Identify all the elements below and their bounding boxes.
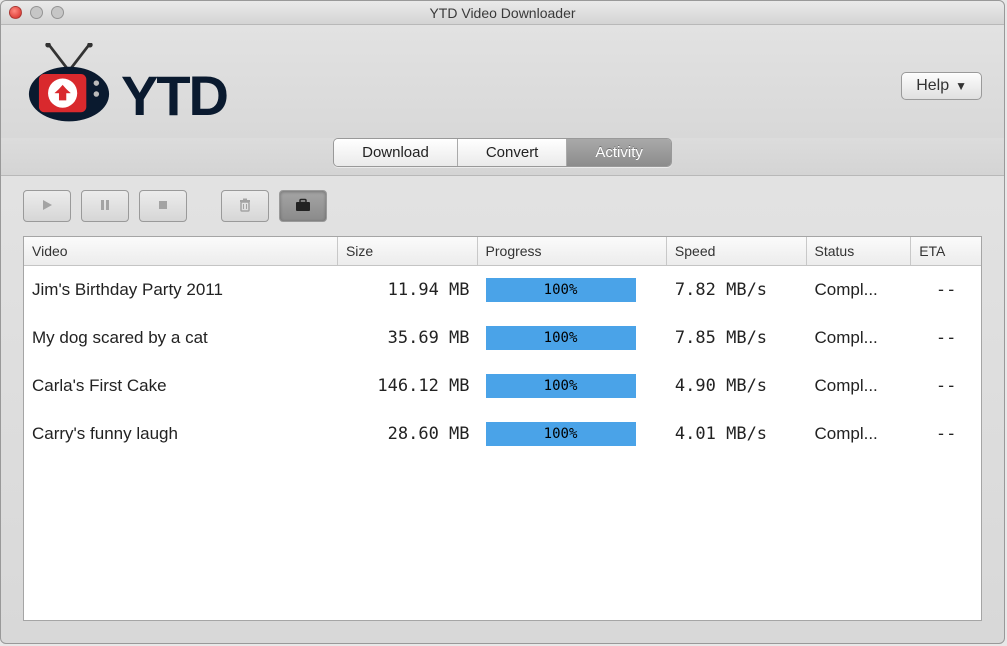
chevron-down-icon: ▼ xyxy=(955,79,967,93)
cell-eta: -- xyxy=(911,424,981,444)
play-button[interactable] xyxy=(23,190,71,222)
cell-progress: 100% xyxy=(478,326,667,350)
cell-size: 11.94 MB xyxy=(338,280,478,300)
play-icon xyxy=(40,198,54,215)
activity-table: Video Size Progress Speed Status ETA Jim… xyxy=(23,236,982,621)
progress-bar: 100% xyxy=(486,326,636,350)
window-title: YTD Video Downloader xyxy=(1,5,1004,21)
cell-size: 28.60 MB xyxy=(338,424,478,444)
header-speed[interactable]: Speed xyxy=(667,237,807,265)
table-row[interactable]: My dog scared by a cat35.69 MB 100% 7.85 M… xyxy=(24,314,981,362)
header: YTD Help ▼ xyxy=(1,25,1004,138)
pause-button[interactable] xyxy=(81,190,129,222)
cell-video: Carla's First Cake xyxy=(24,376,338,396)
cell-speed: 7.82 MB/s xyxy=(667,280,807,300)
table-row[interactable]: Carry's funny laugh28.60 MB 100% 4.01 MB/s… xyxy=(24,410,981,458)
app-logo: YTD xyxy=(23,43,227,128)
app-window: YTD Video Downloader YTD xyxy=(0,0,1005,644)
activity-toolbar xyxy=(1,176,1004,236)
cell-video: Carry's funny laugh xyxy=(24,424,338,444)
cell-speed: 4.90 MB/s xyxy=(667,376,807,396)
cell-speed: 7.85 MB/s xyxy=(667,328,807,348)
tab-activity[interactable]: Activity xyxy=(566,139,671,166)
progress-bar: 100% xyxy=(486,278,636,302)
progress-bar: 100% xyxy=(486,422,636,446)
cell-eta: -- xyxy=(911,328,981,348)
header-status[interactable]: Status xyxy=(807,237,912,265)
cell-size: 146.12 MB xyxy=(338,376,478,396)
cell-video: Jim's Birthday Party 2011 xyxy=(24,280,338,300)
minimize-button[interactable] xyxy=(30,6,43,19)
header-eta[interactable]: ETA xyxy=(911,237,981,265)
help-button[interactable]: Help ▼ xyxy=(901,72,982,100)
stop-icon xyxy=(156,198,170,215)
tv-logo-icon xyxy=(23,43,115,128)
traffic-lights xyxy=(9,6,64,19)
cell-eta: -- xyxy=(911,376,981,396)
cell-eta: -- xyxy=(911,280,981,300)
header-video[interactable]: Video xyxy=(24,237,338,265)
cell-status: Compl... xyxy=(806,280,911,300)
tab-download[interactable]: Download xyxy=(334,139,457,166)
briefcase-icon xyxy=(294,197,312,216)
table-row[interactable]: Jim's Birthday Party 201111.94 MB 100% 7.8… xyxy=(24,266,981,314)
cell-status: Compl... xyxy=(806,328,911,348)
cell-progress: 100% xyxy=(478,422,667,446)
stop-button[interactable] xyxy=(139,190,187,222)
table-header: Video Size Progress Speed Status ETA xyxy=(24,237,981,266)
table-body: Jim's Birthday Party 201111.94 MB 100% 7.8… xyxy=(24,266,981,620)
cell-progress: 100% xyxy=(478,374,667,398)
delete-button[interactable] xyxy=(221,190,269,222)
cell-video: My dog scared by a cat xyxy=(24,328,338,348)
cell-status: Compl... xyxy=(806,376,911,396)
header-size[interactable]: Size xyxy=(338,237,478,265)
titlebar: YTD Video Downloader xyxy=(1,1,1004,25)
cell-size: 35.69 MB xyxy=(338,328,478,348)
help-button-label: Help xyxy=(916,77,949,95)
cell-progress: 100% xyxy=(478,278,667,302)
cell-speed: 4.01 MB/s xyxy=(667,424,807,444)
progress-bar: 100% xyxy=(486,374,636,398)
zoom-button[interactable] xyxy=(51,6,64,19)
header-progress[interactable]: Progress xyxy=(478,237,667,265)
pause-icon xyxy=(98,198,112,215)
trash-icon xyxy=(237,197,253,216)
clear-all-button[interactable] xyxy=(279,190,327,222)
table-row[interactable]: Carla's First Cake146.12 MB 100% 4.90 MB/s… xyxy=(24,362,981,410)
brand-text: YTD xyxy=(121,63,227,128)
tab-convert[interactable]: Convert xyxy=(457,139,567,166)
main-tabs: Download Convert Activity xyxy=(1,138,1004,176)
close-button[interactable] xyxy=(9,6,22,19)
cell-status: Compl... xyxy=(806,424,911,444)
